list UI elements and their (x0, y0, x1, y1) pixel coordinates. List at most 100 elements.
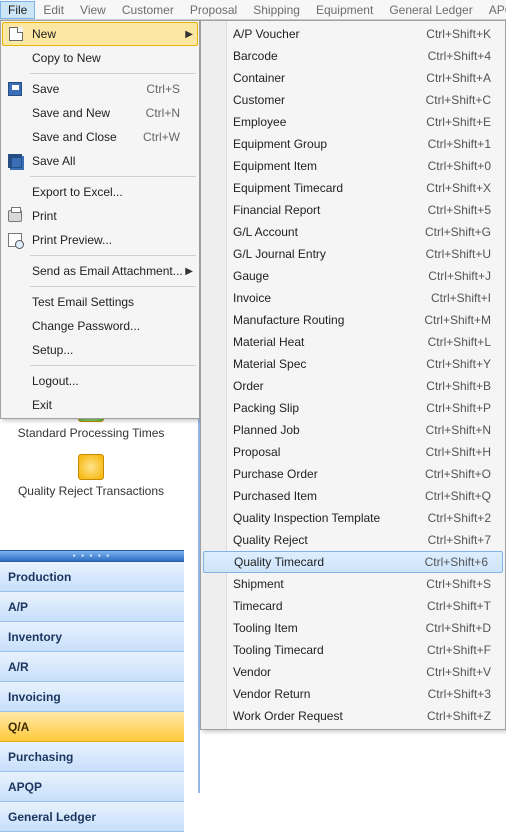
menu-proposal[interactable]: Proposal (182, 1, 245, 19)
quality-reject-transactions-icon[interactable] (78, 454, 104, 480)
sidebar-shortcut-label[interactable]: Standard Processing Times (0, 426, 182, 440)
nav-apqp[interactable]: APQP (0, 772, 184, 802)
file-menu-save-and-close[interactable]: Save and CloseCtrl+W (2, 125, 198, 149)
new-manufacture-routing[interactable]: Manufacture RoutingCtrl+Shift+M (201, 309, 505, 331)
new-packing-slip[interactable]: Packing SlipCtrl+Shift+P (201, 397, 505, 419)
new-shipment[interactable]: ShipmentCtrl+Shift+S (201, 573, 505, 595)
new-material-heat[interactable]: Material HeatCtrl+Shift+L (201, 331, 505, 353)
new-purchased-item[interactable]: Purchased ItemCtrl+Shift+Q (201, 485, 505, 507)
new-material-spec[interactable]: Material SpecCtrl+Shift+Y (201, 353, 505, 375)
submenu-item-shortcut: Ctrl+Shift+0 (428, 159, 505, 173)
file-menu-export-to-excel[interactable]: Export to Excel... (2, 180, 198, 204)
menu-item-label: Copy to New (28, 51, 198, 65)
nav-a-r[interactable]: A/R (0, 652, 184, 682)
new-equipment-group[interactable]: Equipment GroupCtrl+Shift+1 (201, 133, 505, 155)
submenu-item-shortcut: Ctrl+Shift+3 (428, 687, 505, 701)
file-menu-exit[interactable]: Exit (2, 393, 198, 417)
submenu-item-label: Purchased Item (233, 489, 425, 503)
new-container[interactable]: ContainerCtrl+Shift+A (201, 67, 505, 89)
file-menu-logout[interactable]: Logout... (2, 369, 198, 393)
submenu-item-shortcut: Ctrl+Shift+C (426, 93, 505, 107)
menu-file[interactable]: File (0, 1, 35, 19)
file-menu-copy-to-new[interactable]: Copy to New (2, 46, 198, 70)
file-menu-setup[interactable]: Setup... (2, 338, 198, 362)
new-vendor-return[interactable]: Vendor ReturnCtrl+Shift+3 (201, 683, 505, 705)
new-timecard[interactable]: TimecardCtrl+Shift+T (201, 595, 505, 617)
submenu-item-shortcut: Ctrl+Shift+P (426, 401, 505, 415)
submenu-item-shortcut: Ctrl+Shift+L (428, 335, 505, 349)
new-proposal[interactable]: ProposalCtrl+Shift+H (201, 441, 505, 463)
new-order[interactable]: OrderCtrl+Shift+B (201, 375, 505, 397)
nav-inventory[interactable]: Inventory (0, 622, 184, 652)
file-menu-test-email-settings[interactable]: Test Email Settings (2, 290, 198, 314)
submenu-arrow-icon: ▶ (185, 29, 193, 40)
new-submenu[interactable]: A/P VoucherCtrl+Shift+KBarcodeCtrl+Shift… (200, 20, 506, 730)
file-menu-new[interactable]: New▶ (2, 22, 198, 46)
submenu-item-label: Quality Timecard (234, 555, 425, 569)
new-equipment-item[interactable]: Equipment ItemCtrl+Shift+0 (201, 155, 505, 177)
menu-item-label: Setup... (28, 343, 198, 357)
new-vendor[interactable]: VendorCtrl+Shift+V (201, 661, 505, 683)
menu-general-ledger[interactable]: General Ledger (381, 1, 480, 19)
new-invoice[interactable]: InvoiceCtrl+Shift+I (201, 287, 505, 309)
menu-item-label: Save and New (28, 106, 146, 120)
file-menu-change-password[interactable]: Change Password... (2, 314, 198, 338)
submenu-item-shortcut: Ctrl+Shift+K (426, 27, 505, 41)
submenu-item-label: G/L Account (233, 225, 425, 239)
new-quality-reject[interactable]: Quality RejectCtrl+Shift+7 (201, 529, 505, 551)
nav-q-a[interactable]: Q/A (0, 712, 184, 742)
submenu-item-shortcut: Ctrl+Shift+Z (427, 709, 505, 723)
menu-shipping[interactable]: Shipping (245, 1, 308, 19)
nav-general-ledger[interactable]: General Ledger (0, 802, 184, 832)
saveall-icon (2, 149, 28, 173)
submenu-item-label: Proposal (233, 445, 426, 459)
new-gauge[interactable]: GaugeCtrl+Shift+J (201, 265, 505, 287)
new-tooling-item[interactable]: Tooling ItemCtrl+Shift+D (201, 617, 505, 639)
file-menu-save-all[interactable]: Save All (2, 149, 198, 173)
nav-splitter[interactable]: ● ● ● ● ● (0, 550, 184, 562)
nav-a-p[interactable]: A/P (0, 592, 184, 622)
submenu-item-shortcut: Ctrl+Shift+J (428, 269, 505, 283)
blank-icon (2, 314, 28, 338)
file-menu-save[interactable]: SaveCtrl+S (2, 77, 198, 101)
file-menu-print-preview[interactable]: Print Preview... (2, 228, 198, 252)
new-equipment-timecard[interactable]: Equipment TimecardCtrl+Shift+X (201, 177, 505, 199)
file-menu-send-as-email-attachment[interactable]: Send as Email Attachment...▶ (2, 259, 198, 283)
new-g-l-account[interactable]: G/L AccountCtrl+Shift+G (201, 221, 505, 243)
submenu-item-shortcut: Ctrl+Shift+N (426, 423, 505, 437)
blank-icon (2, 180, 28, 204)
new-tooling-timecard[interactable]: Tooling TimecardCtrl+Shift+F (201, 639, 505, 661)
new-purchase-order[interactable]: Purchase OrderCtrl+Shift+O (201, 463, 505, 485)
file-menu-save-and-new[interactable]: Save and NewCtrl+N (2, 101, 198, 125)
new-quality-inspection-template[interactable]: Quality Inspection TemplateCtrl+Shift+2 (201, 507, 505, 529)
menu-item-shortcut: Ctrl+N (146, 106, 198, 120)
nav-purchasing[interactable]: Purchasing (0, 742, 184, 772)
menu-view[interactable]: View (72, 1, 114, 19)
file-menu[interactable]: New▶Copy to NewSaveCtrl+SSave and NewCtr… (0, 20, 200, 419)
submenu-item-label: Barcode (233, 49, 428, 63)
new-customer[interactable]: CustomerCtrl+Shift+C (201, 89, 505, 111)
new-quality-timecard[interactable]: Quality TimecardCtrl+Shift+6 (203, 551, 503, 573)
menu-apqp[interactable]: APQP (481, 1, 506, 19)
file-menu-print[interactable]: Print (2, 204, 198, 228)
nav-invoicing[interactable]: Invoicing (0, 682, 184, 712)
new-employee[interactable]: EmployeeCtrl+Shift+E (201, 111, 505, 133)
sidebar-shortcut-label[interactable]: Quality Reject Transactions (0, 484, 182, 498)
menu-edit[interactable]: Edit (35, 1, 72, 19)
submenu-item-label: G/L Journal Entry (233, 247, 426, 261)
menubar[interactable]: FileEditViewCustomerProposalShippingEqui… (0, 0, 506, 20)
new-planned-job[interactable]: Planned JobCtrl+Shift+N (201, 419, 505, 441)
menu-equipment[interactable]: Equipment (308, 1, 381, 19)
new-financial-report[interactable]: Financial ReportCtrl+Shift+5 (201, 199, 505, 221)
new-a-p-voucher[interactable]: A/P VoucherCtrl+Shift+K (201, 23, 505, 45)
new-barcode[interactable]: BarcodeCtrl+Shift+4 (201, 45, 505, 67)
submenu-item-shortcut: Ctrl+Shift+S (426, 577, 505, 591)
new-g-l-journal-entry[interactable]: G/L Journal EntryCtrl+Shift+U (201, 243, 505, 265)
submenu-item-label: Employee (233, 115, 426, 129)
new-work-order-request[interactable]: Work Order RequestCtrl+Shift+Z (201, 705, 505, 727)
submenu-item-label: Packing Slip (233, 401, 426, 415)
menu-customer[interactable]: Customer (114, 1, 182, 19)
submenu-item-shortcut: Ctrl+Shift+A (426, 71, 505, 85)
nav-production[interactable]: Production (0, 562, 184, 592)
submenu-item-shortcut: Ctrl+Shift+O (425, 467, 505, 481)
